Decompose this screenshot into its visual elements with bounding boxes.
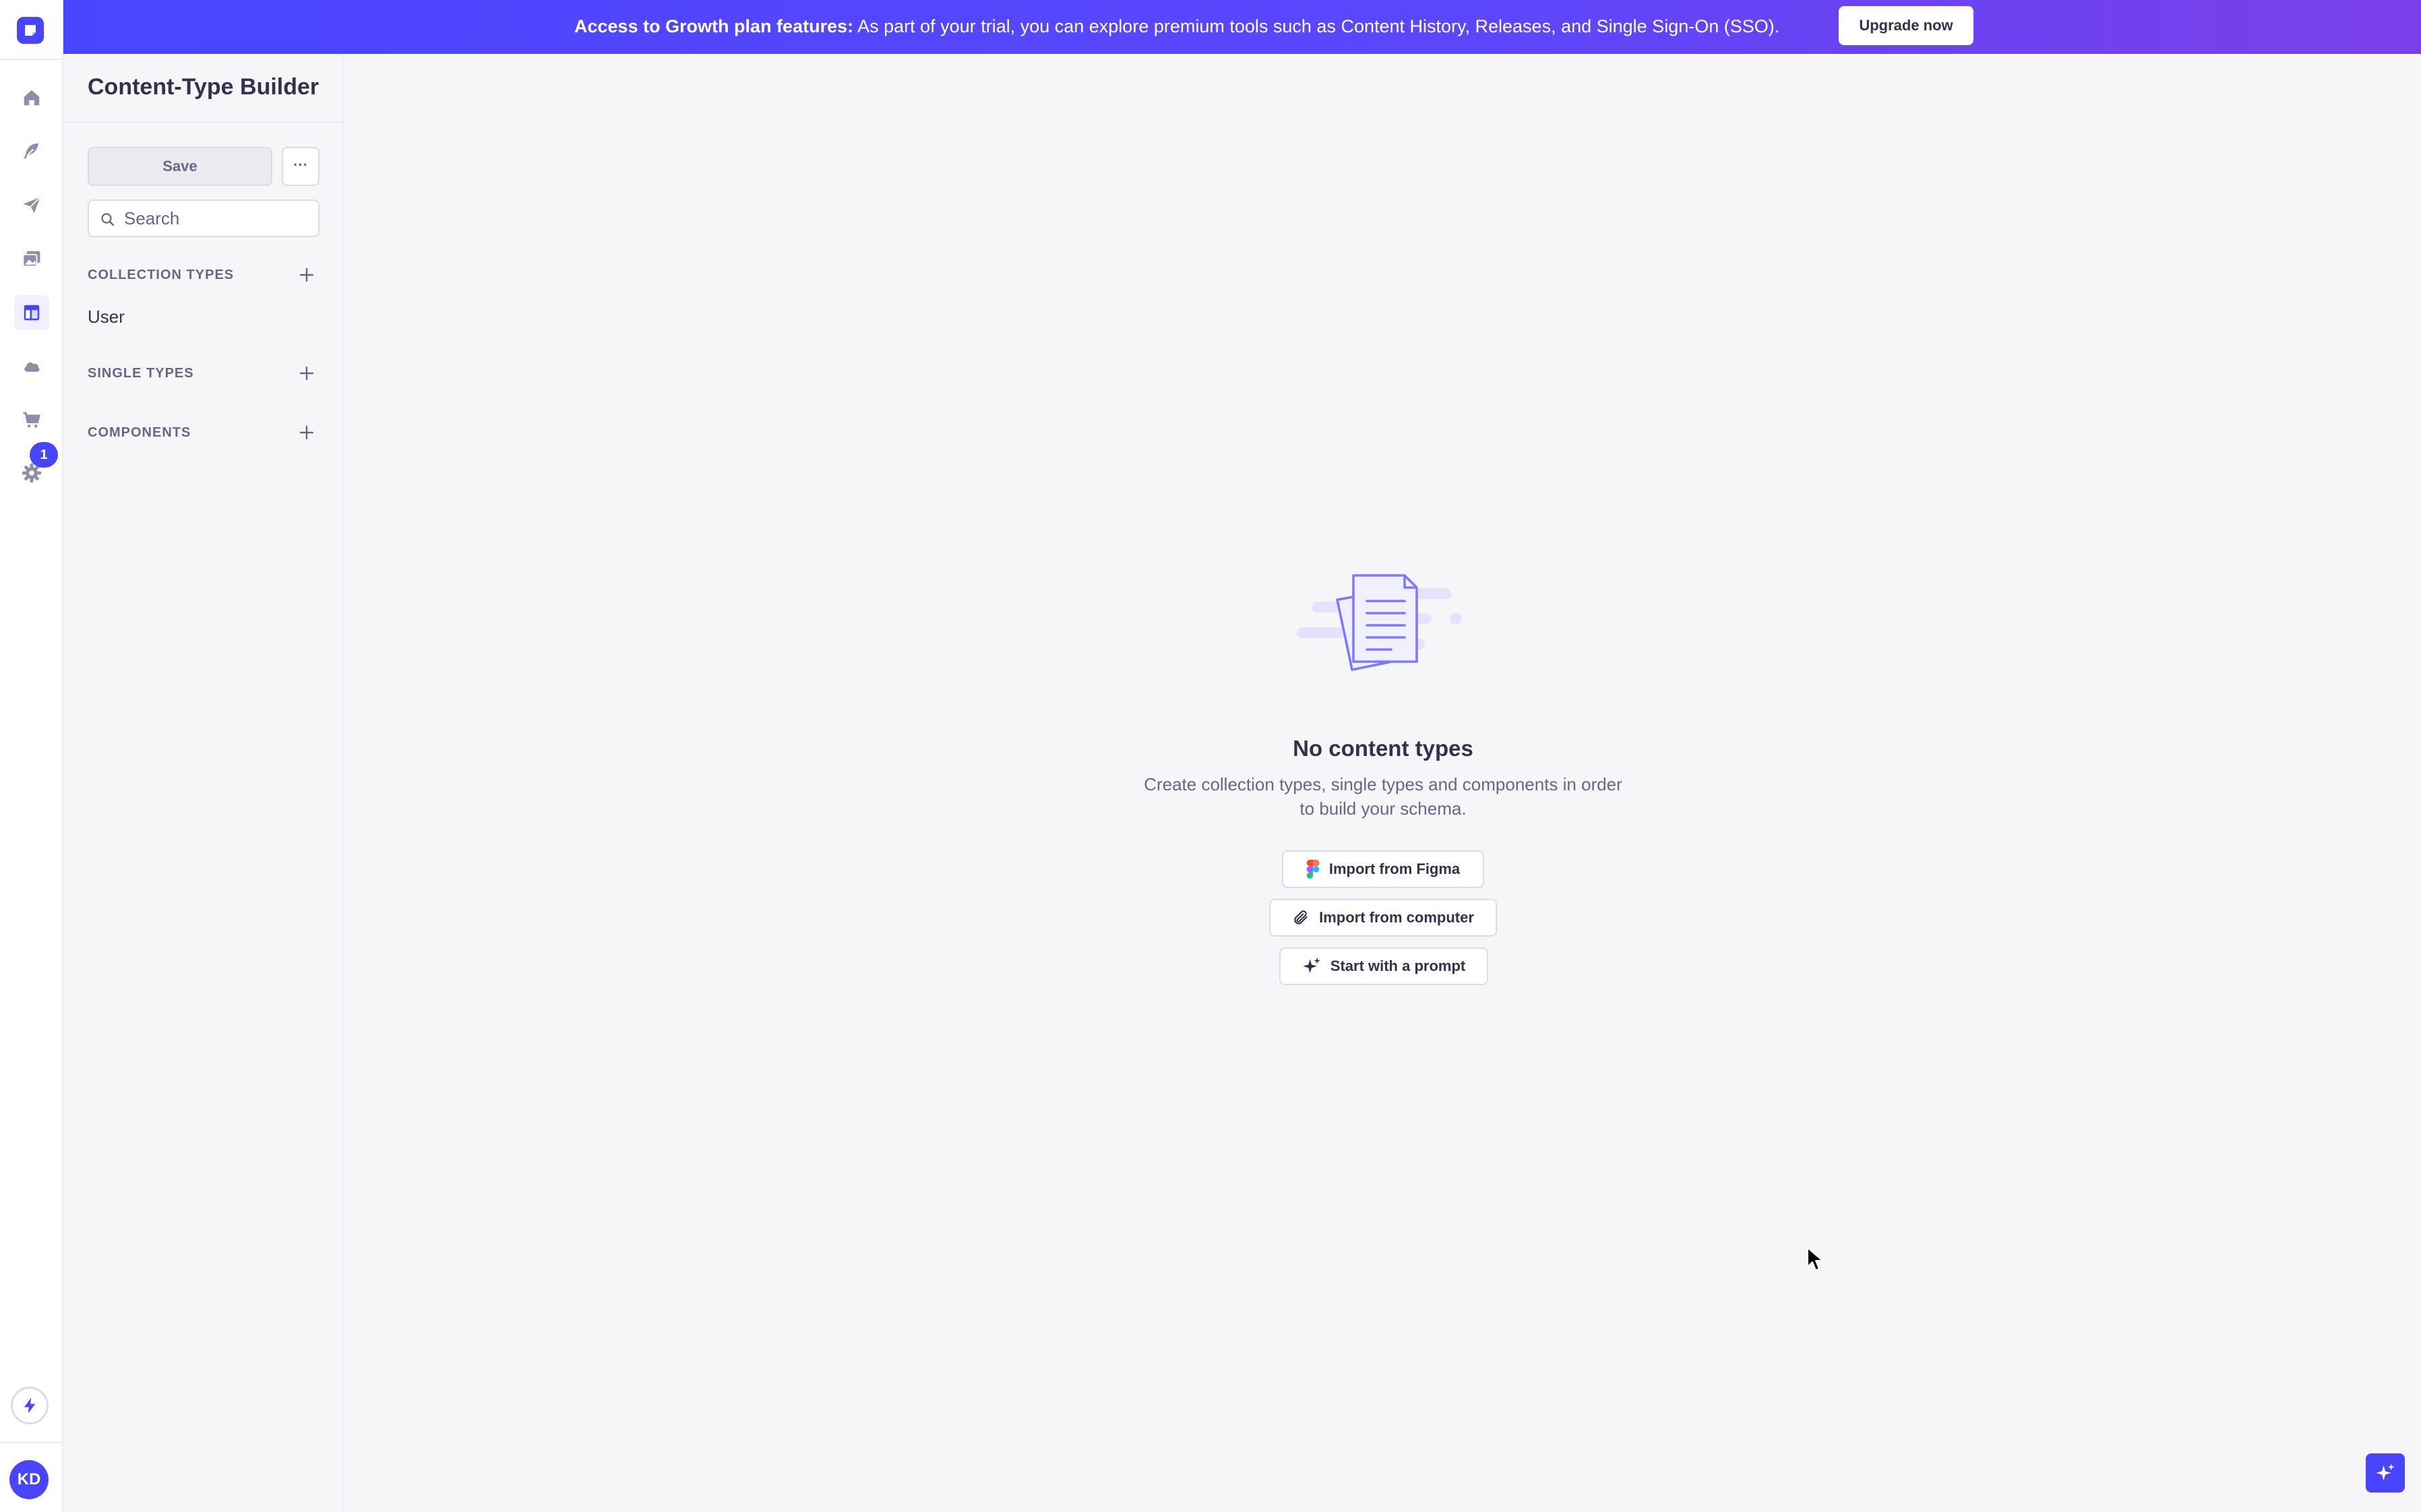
import-from-figma-label: Import from Figma <box>1328 860 1461 877</box>
import-from-figma-button[interactable]: Import from Figma <box>1282 850 1484 888</box>
sidebar-title: Content-Type Builder <box>88 74 319 100</box>
nav-content-manager[interactable] <box>14 133 49 168</box>
nav-marketplace[interactable] <box>14 402 49 437</box>
trial-banner: Access to Growth plan features: As part … <box>63 0 2421 54</box>
collection-types-heading: Collection types <box>88 267 235 282</box>
paper-plane-icon <box>23 197 41 214</box>
empty-state-description-line-2: to build your schema. <box>1299 798 1467 819</box>
layout-icon <box>24 305 40 321</box>
logo-icon <box>25 25 36 36</box>
empty-state-description-line-1: Create collection types, single types an… <box>1144 774 1622 794</box>
components-heading: Components <box>88 425 191 440</box>
more-actions-button[interactable]: ··· <box>282 147 319 186</box>
feather-icon <box>24 143 38 159</box>
house-icon <box>24 90 40 106</box>
single-types-heading: Single types <box>88 366 194 381</box>
main-nav-rail: 1 KD <box>0 0 63 1512</box>
nav-content-type-builder[interactable] <box>14 295 49 330</box>
plus-icon <box>299 366 314 381</box>
empty-state-title: No content types <box>1293 736 1473 761</box>
cloud-icon <box>24 362 40 372</box>
nav-home[interactable] <box>14 80 49 115</box>
rail-divider <box>0 59 63 60</box>
plus-icon <box>299 425 314 440</box>
banner-body-text: As part of your trial, you can explore p… <box>853 16 1780 36</box>
banner-bold-text: Access to Growth plan features: <box>574 16 854 36</box>
plus-icon <box>299 267 314 282</box>
add-single-type-button[interactable] <box>297 363 317 383</box>
sparkle-icon <box>2376 1463 2395 1481</box>
sidebar-search <box>88 199 319 237</box>
cart-icon <box>23 412 40 428</box>
upgrade-now-button[interactable]: Upgrade now <box>1839 6 1973 45</box>
mouse-cursor-icon <box>1807 1247 1823 1271</box>
rail-divider <box>0 1442 63 1443</box>
import-from-computer-label: Import from computer <box>1319 909 1474 926</box>
strapi-logo[interactable] <box>17 17 44 44</box>
empty-state-description: Create collection types, single types an… <box>1127 772 1639 821</box>
banner-message: Access to Growth plan features: As part … <box>574 0 1779 54</box>
save-button[interactable]: Save <box>88 147 272 186</box>
content-type-builder-sidebar: Content-Type Builder Save ··· Collection… <box>63 54 344 1512</box>
ai-assistant-button[interactable] <box>2366 1453 2405 1492</box>
sparkle-icon <box>1302 957 1320 974</box>
settings-notification-badge: 1 <box>30 442 58 468</box>
search-input[interactable] <box>124 206 313 230</box>
nav-cloud[interactable] <box>14 348 49 383</box>
nav-media-library[interactable] <box>14 241 49 276</box>
collection-type-item-user[interactable]: User <box>88 307 125 327</box>
guided-tour-button[interactable] <box>11 1387 49 1424</box>
add-collection-type-button[interactable] <box>297 265 317 285</box>
start-with-prompt-label: Start with a prompt <box>1330 957 1466 974</box>
user-avatar[interactable]: KD <box>9 1460 49 1499</box>
search-icon <box>101 213 115 226</box>
start-with-prompt-button[interactable]: Start with a prompt <box>1279 947 1488 985</box>
paperclip-icon <box>1294 910 1308 924</box>
empty-documents-illustration <box>1297 574 1462 671</box>
images-icon <box>22 251 40 267</box>
import-from-computer-button[interactable]: Import from computer <box>1269 899 1497 937</box>
figma-icon <box>1306 860 1320 879</box>
nav-releases[interactable] <box>14 187 49 222</box>
lightning-icon <box>24 1397 36 1414</box>
add-component-button[interactable] <box>297 422 317 443</box>
sidebar-divider <box>63 121 342 123</box>
